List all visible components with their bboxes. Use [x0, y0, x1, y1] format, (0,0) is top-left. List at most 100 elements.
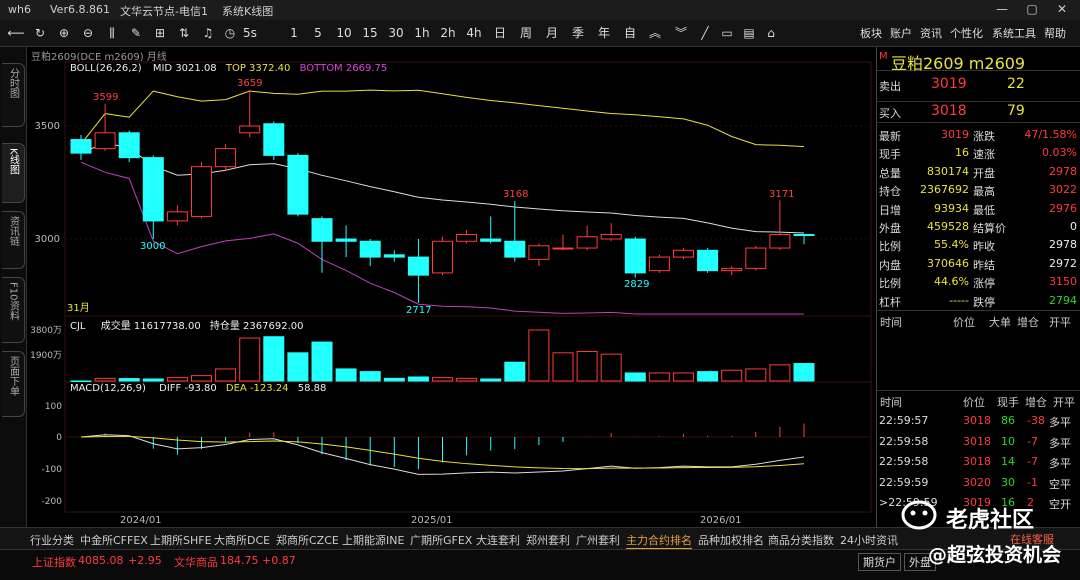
quote-field-label: 跌停 [973, 295, 995, 309]
boll-label[interactable]: BOLL(26,26,2) [70, 63, 142, 74]
futures-account-button[interactable]: 期货户 [858, 553, 901, 571]
market-tab[interactable]: 上期能源INE [342, 532, 404, 548]
candle-body [70, 139, 92, 154]
volume-bar [576, 350, 598, 382]
trade-cell: 22:59:59 [879, 475, 929, 489]
price-panel-frame [64, 61, 872, 317]
candle [118, 130, 140, 163]
candle-body [335, 238, 357, 242]
quote-row: 比例 44.6% 涨停 3150 [877, 272, 1080, 291]
candle [359, 239, 381, 267]
bid-label: 买入 [879, 107, 901, 120]
quote-field-value: 3019 [941, 128, 969, 141]
candle [94, 103, 116, 151]
volume-bar [263, 336, 285, 382]
market-tab[interactable]: 24小时资讯 [840, 532, 898, 548]
quote-row: 最新 3019 涨跌 47/1.58% [877, 125, 1080, 144]
market-tab[interactable]: 品种加权排名 [698, 532, 764, 548]
market-tab[interactable]: 郑州套利 [526, 532, 570, 548]
candle-body [600, 233, 622, 240]
volume-bar [215, 368, 237, 382]
market-tab[interactable]: 广州套利 [576, 532, 620, 548]
volume-bar [793, 363, 815, 382]
trade-cell: 22:59:57 [879, 414, 929, 427]
candle-body [769, 233, 791, 249]
trade-header-row: 时间 价位 现手 增仓 开平 [877, 390, 1080, 409]
candle [504, 201, 526, 262]
boll-top: TOP 3372.40 [225, 63, 291, 74]
quote-field-value: 2972 [1049, 256, 1077, 270]
quote-field-label: 比例 [879, 277, 901, 291]
market-tab[interactable]: 广期所GFEX [410, 532, 472, 548]
quote-field-label: 昨收 [973, 240, 995, 254]
trade-header: 时间 [880, 396, 902, 409]
ask-row: 卖出 3019 22 [877, 75, 1080, 97]
trade-cell: 22:59:58 [879, 434, 929, 448]
tick-header: 时间 [880, 316, 902, 329]
vol-label[interactable]: CJL [70, 321, 86, 332]
quote-field-label: 最高 [973, 185, 995, 199]
trade-cell: 3018 [963, 455, 991, 468]
ask-volume: 22 [1007, 76, 1025, 92]
candle-body [287, 154, 309, 215]
trade-cell: 3018 [963, 434, 991, 448]
candle [142, 155, 164, 239]
market-tab[interactable]: 上期所SHFE [150, 532, 212, 548]
candle-body [552, 247, 574, 250]
candle [70, 135, 92, 160]
quote-field-label: 总量 [879, 166, 901, 180]
trade-cell: 3020 [963, 475, 991, 489]
vol-y-mid: 1900万 [30, 351, 62, 361]
volume-bar [456, 377, 478, 382]
quote-field-value: ----- [949, 293, 969, 307]
bid-row: 买入 3018 79 [877, 101, 1080, 123]
quote-row: 总量 830174 开盘 2978 [877, 162, 1080, 181]
boll-mid: MID 3021.08 [152, 63, 217, 74]
candle [383, 250, 405, 262]
market-tab[interactable]: 中金所CFFEX [80, 532, 148, 548]
online-service-link[interactable]: 在线客服 [1010, 531, 1054, 547]
macd-label[interactable]: MACD(12,26,9) [70, 383, 146, 394]
market-tab[interactable]: 大连套利 [476, 532, 520, 548]
macd-bars [80, 423, 805, 475]
trade-header: 开平 [1053, 396, 1075, 409]
trade-cell: 空开 [1049, 498, 1071, 511]
trade-cell: -7 [1027, 434, 1038, 448]
candle-body [745, 247, 767, 269]
candle-body [166, 211, 188, 222]
quote-field-value: 2976 [1049, 201, 1077, 215]
volume-bar [673, 372, 694, 382]
quote-field-label: 昨结 [973, 258, 995, 272]
market-tab[interactable]: 郑商所CZCE [276, 532, 339, 548]
quote-field-value: 44.6% [934, 275, 969, 289]
index1-change: +2.95 [128, 554, 162, 567]
candle [673, 248, 694, 260]
candle-body [576, 236, 598, 249]
volume-legend: CJL 成交量 11617738.00 持仓量 2367692.00 [70, 317, 304, 332]
trade-cell: 22:59:58 [879, 455, 929, 468]
candle [600, 223, 622, 242]
quote-field-label: 最低 [973, 203, 995, 217]
candle [263, 121, 285, 160]
trade-row: 22:59:58 3018 10 -7 多平 [877, 432, 1080, 451]
quote-field-label: 比例 [879, 240, 901, 254]
volume-bar [600, 353, 622, 382]
market-m-icon: M [879, 51, 888, 62]
trade-cell: 14 [1001, 455, 1015, 468]
candle-body [432, 240, 453, 274]
macd-value: 58.88 [297, 383, 327, 394]
boll-top-line [80, 89, 805, 148]
index1-name[interactable]: 上证指数 [32, 554, 76, 570]
volume-bar [407, 376, 429, 382]
market-tab[interactable]: 商品分类指数 [768, 532, 834, 548]
index2-name[interactable]: 文华商品 [174, 554, 218, 570]
quote-field-value: 830174 [927, 164, 969, 178]
market-tab[interactable]: 大商所DCE [214, 532, 270, 548]
macd-y-minus200: -200 [42, 497, 63, 507]
trade-cell: 86 [1001, 414, 1015, 427]
market-tab[interactable]: 行业分类 [30, 532, 74, 548]
market-tab[interactable]: 主力合约排名 [626, 532, 692, 550]
quote-field-value: 0 [1070, 220, 1077, 233]
candle-body [528, 245, 550, 260]
trade-cell: 3018 [963, 414, 991, 427]
